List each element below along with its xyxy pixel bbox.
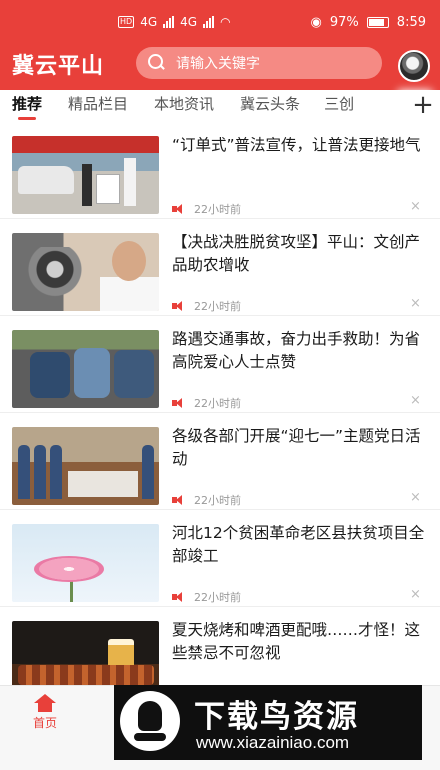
bird-logo-icon [120, 691, 180, 751]
battery-icon [366, 16, 389, 28]
tab-sanchuang[interactable]: 三创 [324, 90, 354, 120]
status-left: HD 4G 4G ◠ [118, 15, 231, 29]
close-icon[interactable]: × [410, 587, 421, 602]
nav-home-label: 首页 [32, 716, 57, 730]
status-bar: HD 4G 4G ◠ ◉ 97% 8:59 [0, 0, 440, 44]
news-title: 夏天烧烤和啤酒更配哦……才怪！这些禁忌不可忽视 [172, 621, 421, 662]
news-title: 【决战决胜脱贫攻坚】平山：文创产品助农增收 [172, 233, 421, 274]
news-thumbnail [12, 330, 159, 408]
speaker-icon[interactable] [172, 398, 186, 408]
hd-badge: HD [118, 16, 135, 28]
search-placeholder: 请输入关键字 [176, 56, 260, 72]
battery-percent: 97% [329, 14, 359, 30]
list-item[interactable]: 各级各部门开展“迎七一”主题党日活动 22小时前 × [0, 413, 440, 510]
watermark-url: www.xiazainiao.com [196, 733, 350, 752]
news-time: 22小时前 [194, 591, 241, 604]
close-icon[interactable]: × [410, 296, 421, 311]
app-header: HD 4G 4G ◠ ◉ 97% 8:59 冀云平山 请输入关键字 [0, 0, 440, 90]
close-icon[interactable]: × [410, 490, 421, 505]
home-icon [34, 694, 56, 712]
news-thumbnail [12, 427, 159, 505]
channel-tabs: 推荐 精品栏目 本地资讯 冀云头条 三创 [0, 90, 440, 120]
watermark-title: 下载鸟资源 [194, 699, 359, 735]
watermark-banner: 下载鸟资源 www.xiazainiao.com [114, 685, 422, 760]
network-label-1: 4G [140, 15, 158, 29]
list-item[interactable]: 河北12个贫困革命老区县扶贫项目全部竣工 22小时前 × [0, 510, 440, 607]
speaker-icon[interactable] [172, 495, 186, 505]
speaker-icon[interactable] [172, 204, 186, 214]
add-channel-button[interactable]: + [406, 90, 440, 120]
network-label-2: 4G [180, 15, 198, 29]
news-time: 22小时前 [194, 203, 241, 216]
list-item[interactable]: “订单式”普法宣传，让普法更接地气 22小时前 × [0, 122, 440, 219]
tab-featured-columns[interactable]: 精品栏目 [68, 90, 128, 120]
speaker-icon[interactable] [172, 301, 186, 311]
signal-icon [163, 16, 175, 28]
news-meta: 22小时前 [172, 201, 241, 217]
close-icon[interactable]: × [410, 393, 421, 408]
tab-local-news[interactable]: 本地资讯 [154, 90, 214, 120]
news-time: 22小时前 [194, 300, 241, 313]
news-thumbnail [12, 136, 159, 214]
news-title: 各级各部门开展“迎七一”主题党日活动 [172, 427, 421, 468]
news-title: 河北12个贫困革命老区县扶贫项目全部竣工 [172, 524, 425, 565]
list-item[interactable]: 【决战决胜脱贫攻坚】平山：文创产品助农增收 22小时前 × [0, 219, 440, 316]
close-icon[interactable]: × [410, 199, 421, 214]
avatar[interactable] [398, 50, 430, 82]
news-meta: 22小时前 [172, 395, 241, 411]
clock: 8:59 [396, 14, 426, 30]
news-thumbnail [12, 524, 159, 602]
signal-icon-2 [203, 16, 215, 28]
news-time: 22小时前 [194, 397, 241, 410]
news-thumbnail [12, 233, 159, 311]
news-meta: 22小时前 [172, 298, 241, 314]
list-item[interactable]: 路遇交通事故，奋力出手救助！为省高院爱心人士点赞 22小时前 × [0, 316, 440, 413]
nav-home[interactable]: 首页 [20, 694, 70, 731]
search-input[interactable]: 请输入关键字 [136, 47, 382, 79]
search-icon [148, 54, 166, 72]
wifi-icon: ◠ [220, 15, 231, 29]
status-right: ◉ 97% 8:59 [311, 15, 426, 30]
news-meta: 22小时前 [172, 492, 241, 508]
news-title: 路遇交通事故，奋力出手救助！为省高院爱心人士点赞 [172, 330, 421, 371]
news-meta: 22小时前 [172, 589, 241, 605]
speaker-icon[interactable] [172, 592, 186, 602]
app-logo-title: 冀云平山 [12, 54, 105, 79]
top-row: 冀云平山 请输入关键字 [0, 44, 440, 84]
eye-icon: ◉ [310, 14, 322, 30]
news-title: “订单式”普法宣传，让普法更接地气 [172, 136, 421, 154]
news-time: 22小时前 [194, 494, 241, 507]
tab-jiyun-headlines[interactable]: 冀云头条 [240, 90, 300, 120]
tab-recommend[interactable]: 推荐 [12, 90, 42, 120]
